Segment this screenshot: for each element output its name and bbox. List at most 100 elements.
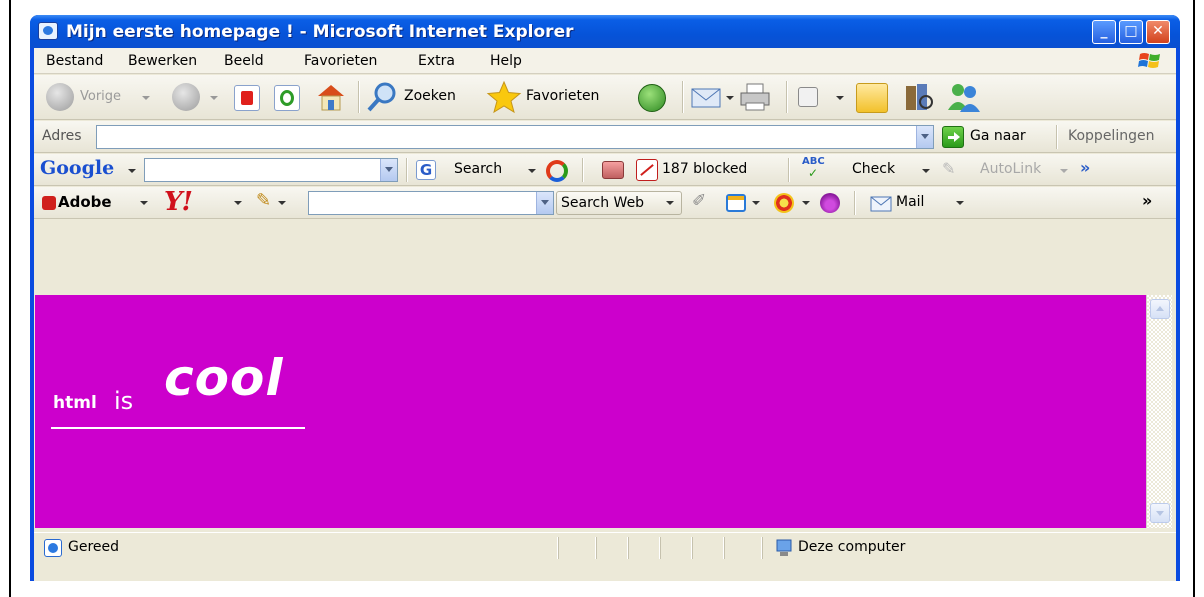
spellcheck-tick-icon: ✓ [808,166,819,180]
menu-extra[interactable]: Extra [418,53,455,69]
maximize-button[interactable]: □ [1119,20,1143,44]
forward-arrow-icon[interactable] [172,83,200,111]
go-button-label[interactable]: Ga naar [970,128,1026,144]
address-dropdown-icon[interactable] [916,126,933,148]
toolbar-separator [788,158,789,182]
go-arrow-icon[interactable] [942,126,964,148]
vertical-scrollbar[interactable] [1146,295,1172,528]
menu-bar: Bestand Bewerken Beeld Favorieten Extra … [34,48,1176,74]
back-dropdown-icon[interactable] [142,96,150,100]
research-icon[interactable] [902,80,936,114]
stop-icon[interactable] [234,85,260,111]
favorites-button-label[interactable]: Favorieten [526,88,599,104]
ie-page-icon [38,22,58,40]
print-icon[interactable] [738,81,772,113]
yahoo-search-input[interactable] [308,191,554,215]
security-zone-text: Deze computer [798,539,906,555]
back-arrow-icon[interactable] [46,83,74,111]
status-bar: Gereed Deze computer [34,532,1176,581]
headline-word-is: is [114,387,134,415]
google-search-input[interactable] [144,158,398,182]
toolbar-separator [786,81,787,113]
toolbar-separator [406,158,407,182]
yahoo-search-dropdown-icon[interactable] [536,192,553,214]
mail-icon[interactable] [690,83,724,111]
messenger-icon[interactable] [946,80,982,114]
links-label[interactable]: Koppelingen [1068,128,1154,144]
scroll-down-button[interactable] [1150,503,1170,523]
menu-bestand[interactable]: Bestand [46,53,103,69]
adobe-dropdown-icon[interactable] [140,201,148,205]
popup-blocked-icon[interactable] [636,159,658,181]
search-icon[interactable] [366,81,400,113]
mail-button-label[interactable]: Mail [896,194,924,210]
yahoo-more-chevron-icon[interactable]: » [1142,191,1152,210]
music-icon[interactable] [820,193,840,213]
address-bar: Adres Ga naar Koppelingen [34,121,1176,153]
toolbar-separator [582,158,583,182]
google-search-button-label[interactable]: Search [454,161,502,177]
google-menu-dropdown-icon[interactable] [128,169,136,173]
search-web-button[interactable]: Search Web [556,191,682,215]
status-cell [724,537,725,559]
browser-window: Mijn eerste homepage ! - Microsoft Inter… [30,15,1180,581]
back-button-label[interactable]: Vorige [80,89,121,104]
check-button-label[interactable]: Check [852,161,895,177]
headline-word-cool: cool [164,349,284,407]
menu-beeld[interactable]: Beeld [224,53,264,69]
toolbar-separator [1056,125,1057,149]
toolbar-separator [358,81,359,113]
target-dropdown-icon[interactable] [802,201,810,205]
mail-envelope-icon[interactable] [870,196,892,212]
refresh-icon[interactable] [274,85,300,111]
window-title: Mijn eerste homepage ! - Microsoft Inter… [66,22,574,42]
title-bar[interactable]: Mijn eerste homepage ! - Microsoft Inter… [30,15,1180,48]
scroll-up-button[interactable] [1150,299,1170,319]
forward-dropdown-icon[interactable] [210,96,218,100]
google-search-dropdown-icon[interactable] [380,159,397,181]
google-logo[interactable]: Google [40,157,114,179]
favorites-star-icon[interactable] [486,80,522,114]
status-cell [660,537,661,559]
minimize-button[interactable]: _ [1092,20,1116,44]
autolink-wand-icon[interactable]: ✎ [942,159,955,178]
google-search-icon[interactable]: G [416,160,436,180]
mail-dropdown-icon[interactable] [726,96,734,100]
autolink-button-label[interactable]: AutoLink [980,161,1041,177]
autolink-dropdown-icon[interactable] [1060,169,1068,173]
blocked-count-label[interactable]: 187 blocked [662,161,747,177]
highlighter-dropdown-icon[interactable] [278,201,286,205]
google-search-options-dropdown-icon[interactable] [528,169,536,173]
menu-bewerken[interactable]: Bewerken [128,53,197,69]
address-label: Adres [42,128,82,144]
pencil-icon[interactable]: ✐ [692,191,706,211]
google-more-chevron-icon[interactable]: » [1080,158,1090,177]
status-cell [692,537,693,559]
mail-dropdown-icon[interactable] [956,201,964,205]
yahoo-toolbar: Adobe Y! ✎ Search Web ✐ Mail » [34,187,1176,219]
popup-dropdown-icon[interactable] [752,201,760,205]
menu-favorieten[interactable]: Favorieten [304,53,377,69]
menu-help[interactable]: Help [490,53,522,69]
edit-icon[interactable] [798,87,818,107]
search-web-dropdown-icon[interactable] [666,201,674,205]
messenger-note-icon[interactable] [856,83,888,113]
address-input[interactable] [96,125,934,149]
highlighter-icon[interactable]: ✎ [256,190,271,211]
history-icon[interactable] [638,84,666,112]
close-button[interactable]: ✕ [1146,20,1170,44]
pagerank-icon[interactable] [546,160,568,182]
popup-window-icon[interactable] [726,194,746,212]
target-icon[interactable] [774,193,794,213]
yahoo-logo[interactable]: Y! [164,187,193,217]
search-button-label[interactable]: Zoeken [404,88,456,104]
home-icon[interactable] [314,81,348,113]
popup-blocker-settings-icon[interactable] [602,161,624,179]
yahoo-dropdown-icon[interactable] [234,201,242,205]
edit-dropdown-icon[interactable] [836,96,844,100]
search-web-label: Search Web [561,195,645,211]
page-status-icon [44,539,62,557]
status-cell [558,537,559,559]
adobe-label[interactable]: Adobe [58,193,112,211]
check-dropdown-icon[interactable] [922,169,930,173]
